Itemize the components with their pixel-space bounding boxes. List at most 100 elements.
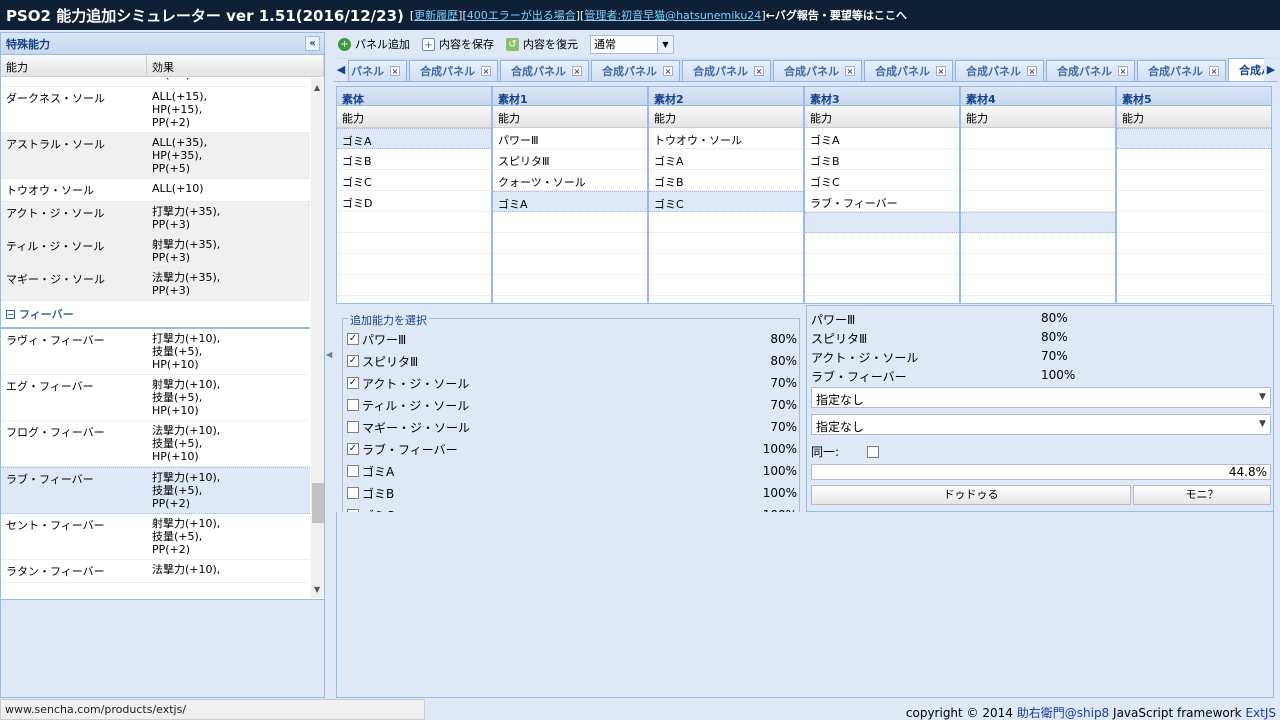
table-row[interactable] — [961, 212, 1115, 233]
col-ability[interactable]: 能力 — [1, 55, 147, 76]
table-row[interactable] — [1117, 212, 1271, 233]
table-row[interactable] — [337, 275, 491, 296]
tab-synth-panel[interactable]: 合成パネル × — [500, 60, 589, 81]
table-row[interactable] — [1117, 275, 1271, 296]
col-effect[interactable]: 効果 — [147, 55, 324, 76]
ability-checkbox[interactable] — [347, 421, 359, 433]
table-row[interactable]: ゴミA — [337, 128, 491, 149]
table-row[interactable] — [337, 212, 491, 233]
table-row[interactable] — [961, 254, 1115, 275]
table-row[interactable] — [961, 149, 1115, 170]
tab-synth-panel[interactable]: 合成パネル × — [409, 60, 498, 81]
table-row[interactable]: ゴミC — [649, 191, 803, 212]
group-header-fever[interactable]: − フィーバー — [1, 301, 310, 329]
ability-checkbox[interactable]: ✓ — [347, 377, 359, 389]
tab-synth-panel[interactable]: パネル × — [348, 60, 407, 81]
save-button[interactable]: + 内容を保存 — [422, 36, 494, 52]
table-row[interactable] — [805, 254, 959, 275]
close-tab-icon[interactable]: × — [1027, 66, 1037, 76]
collapse-left-icon[interactable]: « — [305, 36, 320, 51]
table-row[interactable] — [1117, 149, 1271, 170]
tab-scroll-right-icon[interactable]: ▶ — [1264, 59, 1278, 81]
table-row[interactable]: トウオウ・ソール — [649, 128, 803, 149]
list-item[interactable]: ラブ・フィーバー 打撃力(+10), 技量(+5), PP(+2) — [1, 467, 310, 514]
table-row[interactable]: ゴミB — [337, 149, 491, 170]
table-row[interactable] — [649, 254, 803, 275]
ability-checkbox-row[interactable]: マギー・ジ・ソール 70% — [347, 417, 797, 437]
ability-checkbox-row[interactable]: ✓ ラブ・フィーバー 100% — [347, 439, 797, 459]
table-row[interactable]: スピリタⅢ — [493, 149, 647, 170]
table-row[interactable]: ゴミC — [337, 170, 491, 191]
close-tab-icon[interactable]: × — [1118, 66, 1128, 76]
tab-synth-panel[interactable]: 合成パネル × — [955, 60, 1044, 81]
synthesize-button[interactable]: ドゥドゥる — [811, 485, 1131, 505]
table-row[interactable] — [1117, 233, 1271, 254]
ability-checkbox-row[interactable]: ゴミA 100% — [347, 461, 797, 481]
close-tab-icon[interactable]: × — [845, 66, 855, 76]
collapse-group-icon[interactable]: − — [6, 309, 15, 319]
close-tab-icon[interactable]: × — [390, 66, 400, 76]
table-row[interactable] — [1117, 170, 1271, 191]
tab-synth-panel[interactable]: 合成パネル × — [682, 60, 771, 81]
list-item[interactable]: エグ・フィーバー 射撃力(+10), 技量(+5), HP(+10) — [1, 375, 310, 421]
grid-column-header[interactable]: 能力 — [805, 106, 959, 128]
close-tab-icon[interactable]: × — [936, 66, 946, 76]
ability-list-scrollbar[interactable]: ▲ ▼ — [311, 78, 324, 598]
scroll-thumb[interactable] — [312, 483, 324, 523]
splitter-handle[interactable]: ◀ — [326, 350, 332, 380]
chevron-down-icon[interactable]: ▼ — [1255, 388, 1270, 407]
grid-column-header[interactable]: 能力 — [961, 106, 1115, 128]
ability-checkbox-row[interactable]: ゴミB 100% — [347, 483, 797, 503]
tab-synth-panel[interactable]: 合成パネル × — [773, 60, 862, 81]
close-tab-icon[interactable]: × — [572, 66, 582, 76]
table-row[interactable] — [961, 128, 1115, 149]
table-row[interactable] — [337, 254, 491, 275]
table-row[interactable]: ラブ・フィーバー — [805, 191, 959, 212]
table-row[interactable] — [805, 275, 959, 296]
ability-checkbox[interactable]: ✓ — [347, 443, 359, 455]
tab-synth-panel[interactable]: 合成パネル × — [591, 60, 680, 81]
add-panel-button[interactable]: + パネル追加 — [338, 36, 410, 52]
table-row[interactable] — [805, 233, 959, 254]
list-item[interactable]: フログ・フィーバー 法撃力(+10), 技量(+5), HP(+10) — [1, 421, 310, 467]
tab-synth-panel[interactable]: 合成パネル × — [1137, 60, 1226, 81]
close-tab-icon[interactable]: × — [663, 66, 673, 76]
table-row[interactable] — [1117, 128, 1271, 149]
update-history-link[interactable]: 更新履歴 — [414, 7, 458, 23]
table-row[interactable] — [805, 212, 959, 233]
table-row[interactable]: ゴミC — [805, 170, 959, 191]
table-row[interactable]: ゴミD — [337, 191, 491, 212]
ability-checkbox[interactable] — [347, 465, 359, 477]
tab-scroll-left-icon[interactable]: ◀ — [334, 59, 348, 81]
grid-column-header[interactable]: 能力 — [1117, 106, 1271, 128]
table-row[interactable]: ゴミB — [805, 149, 959, 170]
scroll-down-icon[interactable]: ▼ — [314, 585, 320, 594]
list-item[interactable]: アクト・ジ・ソール 打撃力(+35), PP(+3) — [1, 202, 310, 235]
table-row[interactable] — [649, 275, 803, 296]
restore-button[interactable]: ↺ 内容を復元 — [506, 36, 578, 52]
table-row[interactable] — [961, 275, 1115, 296]
close-tab-icon[interactable]: × — [481, 66, 491, 76]
table-row[interactable] — [337, 233, 491, 254]
close-tab-icon[interactable]: × — [754, 66, 764, 76]
list-item[interactable]: ティル・ジ・ソール 射撃力(+35), PP(+3) — [1, 235, 310, 268]
table-row[interactable] — [649, 233, 803, 254]
table-row[interactable] — [493, 254, 647, 275]
combo-select-1[interactable]: 指定なし ▼ — [811, 387, 1271, 408]
list-item[interactable]: PP(+3) — [1, 78, 310, 87]
monitor-button[interactable]: モニ？ — [1133, 485, 1271, 505]
list-item[interactable]: セント・フィーバー 射撃力(+10), 技量(+5), PP(+2) — [1, 514, 310, 560]
table-row[interactable] — [961, 191, 1115, 212]
ability-checkbox[interactable]: ✓ — [347, 333, 359, 345]
list-item[interactable]: ラタン・フィーバー 法撃力(+10), — [1, 560, 310, 583]
table-row[interactable] — [649, 212, 803, 233]
ability-checkbox-row[interactable]: ✓ スピリタⅢ 80% — [347, 351, 797, 371]
ability-checkbox[interactable]: ✓ — [347, 355, 359, 367]
grid-column-header[interactable]: 能力 — [493, 106, 647, 128]
ability-checkbox-row[interactable]: ✓ アクト・ジ・ソール 70% — [347, 373, 797, 393]
grid-column-header[interactable]: 能力 — [649, 106, 803, 128]
list-item[interactable]: アストラル・ソール ALL(+35), HP(+35), PP(+5) — [1, 133, 310, 179]
author-link[interactable]: 助右衛門@ship8 — [1017, 706, 1109, 720]
chevron-down-icon[interactable]: ▼ — [657, 35, 673, 53]
table-row[interactable]: ゴミA — [805, 128, 959, 149]
